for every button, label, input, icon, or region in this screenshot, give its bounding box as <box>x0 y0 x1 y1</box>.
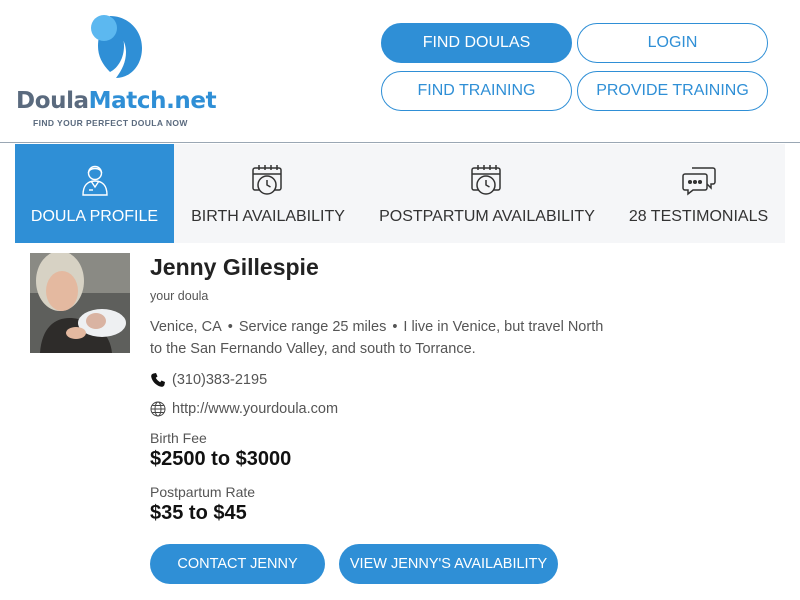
view-availability-button[interactable]: VIEW JENNY'S AVAILABILITY <box>339 544 558 584</box>
logo-drop-icon <box>91 15 142 78</box>
bio-text-1: I live in Venice, but travel North <box>403 319 604 335</box>
calendar-clock-icon <box>250 162 286 198</box>
logo-tagline: FIND YOUR PERFECT DOULA NOW <box>33 118 188 128</box>
phone-icon <box>150 372 166 388</box>
tab-doula-profile[interactable]: DOULA PROFILE <box>15 144 174 243</box>
site-logo[interactable]: DoulaMatch.net FIND YOUR PERFECT DOULA N… <box>16 10 226 135</box>
doula-role: your doula <box>150 289 209 303</box>
service-range: Service range 25 miles <box>238 319 387 335</box>
website-row[interactable]: http://www.yourdoula.com <box>150 401 338 417</box>
postpartum-rate-value: $35 to $45 <box>150 502 247 524</box>
website-link[interactable]: http://www.yourdoula.com <box>172 401 338 417</box>
tab-label: BIRTH AVAILABILITY <box>191 208 345 225</box>
globe-icon <box>150 401 166 417</box>
find-training-button[interactable]: FIND TRAINING <box>381 71 572 111</box>
profile-tabs: DOULA PROFILE BIRTH AVAILABILITY POSTPAR… <box>15 144 785 243</box>
site-header: DoulaMatch.net FIND YOUR PERFECT DOULA N… <box>0 0 800 143</box>
postpartum-rate-label: Postpartum Rate <box>150 484 256 500</box>
tab-label: DOULA PROFILE <box>30 208 159 225</box>
phone-number[interactable]: (310)383-2195 <box>172 372 267 388</box>
separator-dot: • <box>227 319 233 335</box>
logo-wordmark-part2: Match.net <box>88 88 217 114</box>
person-icon <box>77 162 113 198</box>
logo-wordmark: DoulaMatch.net <box>16 88 217 114</box>
contact-jenny-button[interactable]: CONTACT JENNY <box>150 544 325 584</box>
login-button[interactable]: LOGIN <box>577 23 768 63</box>
doula-photo <box>30 253 130 353</box>
logo-wordmark-part1: Doula <box>16 88 89 114</box>
provide-training-button[interactable]: PROVIDE TRAINING <box>577 71 768 111</box>
find-doulas-button[interactable]: FIND DOULAS <box>381 23 572 63</box>
chat-bubbles-icon <box>681 162 717 198</box>
location: Venice, CA <box>150 319 222 335</box>
calendar-clock-icon <box>469 162 505 198</box>
phone-row[interactable]: (310)383-2195 <box>150 372 267 388</box>
tab-label: POSTPARTUM AVAILABILITY <box>379 208 595 225</box>
doula-bio: Venice, CA • Service range 25 miles • I live… <box>150 316 640 360</box>
bio-text-2: to the San Fernando Valley, and south to… <box>150 341 476 357</box>
separator-dot: • <box>392 319 398 335</box>
birth-fee-label: Birth Fee <box>150 430 207 446</box>
tab-testimonials[interactable]: 28 TESTIMONIALS <box>612 144 785 243</box>
doula-name: Jenny Gillespie <box>150 254 319 280</box>
tab-postpartum-availability[interactable]: POSTPARTUM AVAILABILITY <box>362 144 612 243</box>
birth-fee-value: $2500 to $3000 <box>150 448 292 470</box>
tab-label: 28 TESTIMONIALS <box>628 208 769 225</box>
tab-birth-availability[interactable]: BIRTH AVAILABILITY <box>174 144 362 243</box>
